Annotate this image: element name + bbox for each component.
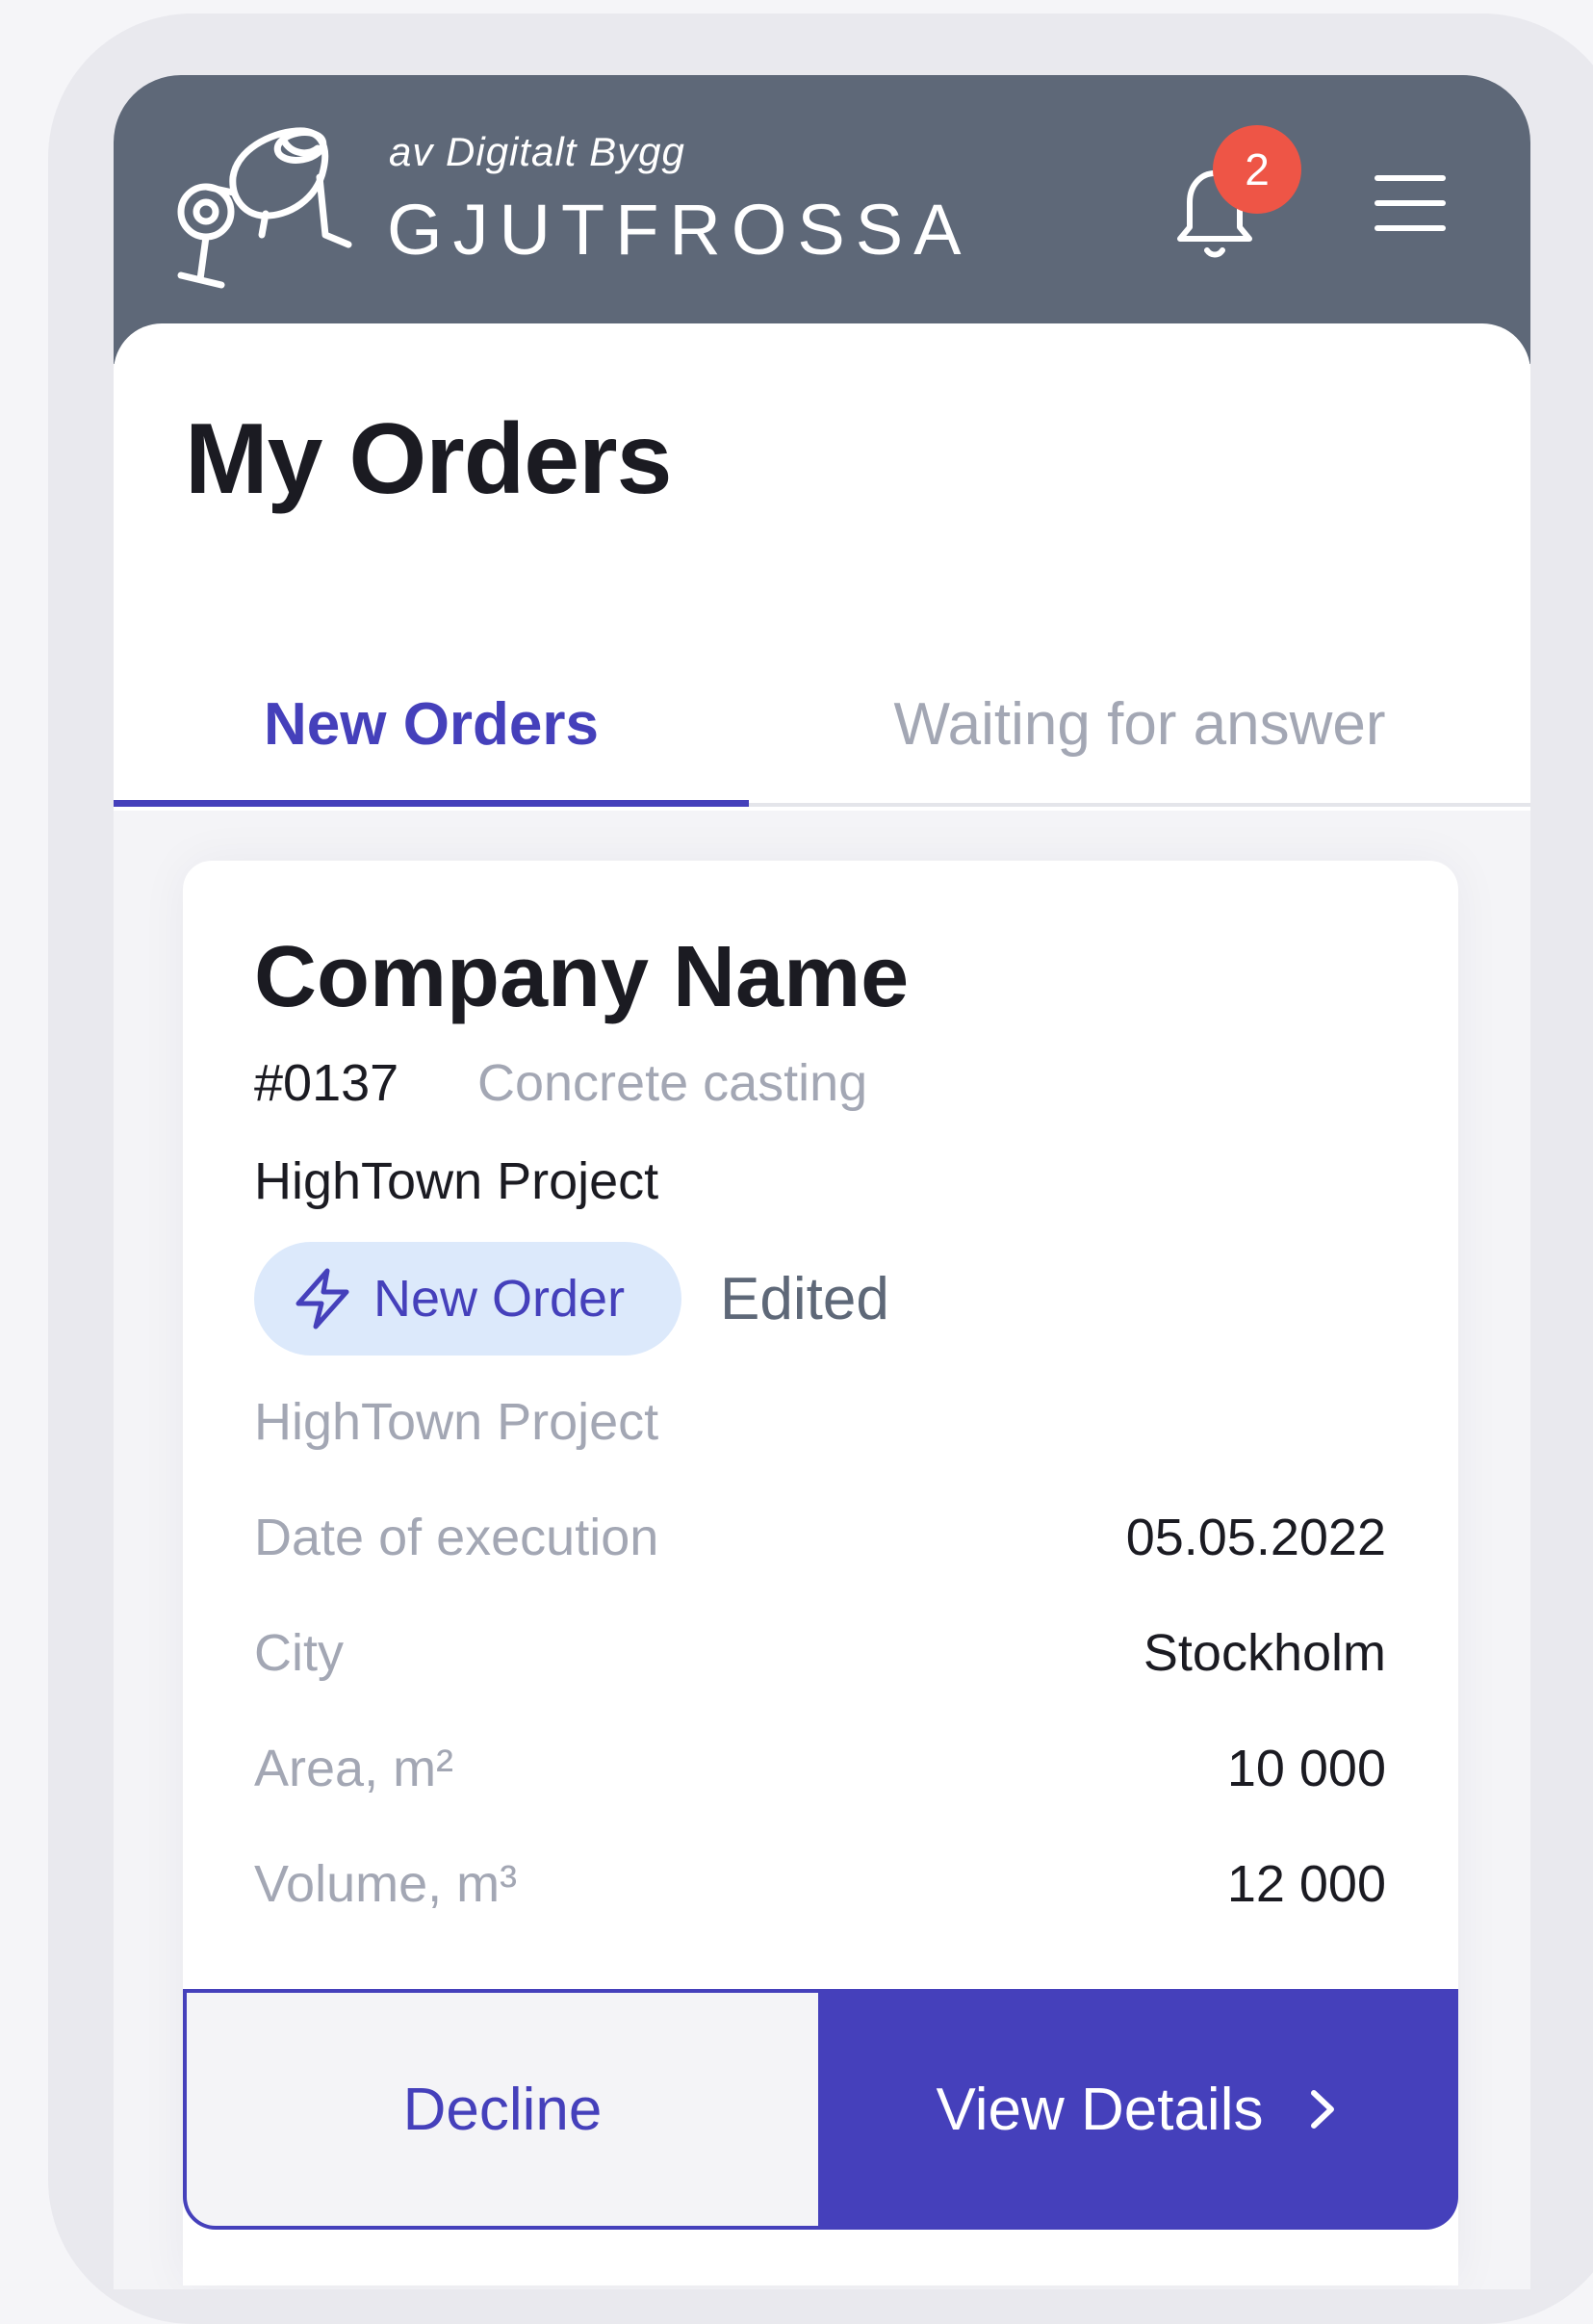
- order-card[interactable]: Company Name #0137 Concrete casting High…: [183, 861, 1458, 2285]
- concrete-mixer-icon: [177, 127, 352, 289]
- logo-brand: GJUTFROSSA: [387, 190, 972, 270]
- detail-row-city: City Stockholm: [254, 1623, 1386, 1691]
- detail-row-date: Date of execution 05.05.2022: [254, 1508, 1386, 1575]
- order-tabs: New Orders Waiting for answer: [114, 641, 1530, 807]
- notification-count-badge: 2: [1213, 125, 1301, 214]
- project-subtitle: HighTown Project: [254, 1393, 659, 1451]
- app-screen: av Digitalt Bygg GJUTFROSSA 2 My Orders …: [114, 75, 1530, 2289]
- logo-tagline: av Digitalt Bygg: [389, 129, 685, 174]
- tab-waiting-for-answer[interactable]: Waiting for answer: [749, 641, 1530, 807]
- app-header: av Digitalt Bygg GJUTFROSSA 2: [114, 75, 1530, 364]
- detail-value: Stockholm: [1143, 1624, 1386, 1682]
- detail-label: Date of execution: [254, 1509, 659, 1566]
- edited-label: Edited: [720, 1266, 889, 1332]
- detail-value: 12 000: [1226, 1855, 1386, 1913]
- main-content: My Orders New Orders Waiting for answer …: [114, 323, 1530, 2289]
- page-title: My Orders: [185, 403, 672, 515]
- detail-value: 05.05.2022: [1125, 1509, 1386, 1566]
- lightning-icon: [295, 1268, 349, 1330]
- view-details-label: View Details: [936, 2076, 1264, 2143]
- view-details-button[interactable]: View Details: [818, 1989, 1458, 2230]
- detail-label: City: [254, 1624, 344, 1682]
- status-badge: New Order: [254, 1242, 681, 1356]
- detail-label: Volume, m³: [254, 1855, 518, 1913]
- detail-label: Area, m²: [254, 1740, 454, 1797]
- tab-new-orders[interactable]: New Orders: [114, 641, 749, 807]
- card-actions: Decline View Details: [183, 1989, 1458, 2230]
- company-name: Company Name: [254, 929, 910, 1025]
- chevron-right-icon: [1310, 2090, 1334, 2129]
- status-badge-label: New Order: [373, 1270, 626, 1328]
- detail-value: 10 000: [1226, 1740, 1386, 1797]
- detail-row-volume: Volume, m³ 12 000: [254, 1854, 1386, 1922]
- order-number: #0137: [254, 1054, 399, 1112]
- decline-button[interactable]: Decline: [183, 1989, 818, 2230]
- orders-list: Company Name #0137 Concrete casting High…: [114, 811, 1530, 2289]
- detail-row-area: Area, m² 10 000: [254, 1739, 1386, 1806]
- order-type: Concrete casting: [477, 1054, 868, 1112]
- project-name: HighTown Project: [254, 1152, 659, 1210]
- hamburger-menu-icon[interactable]: [1375, 171, 1448, 235]
- active-tab-indicator: [114, 800, 749, 807]
